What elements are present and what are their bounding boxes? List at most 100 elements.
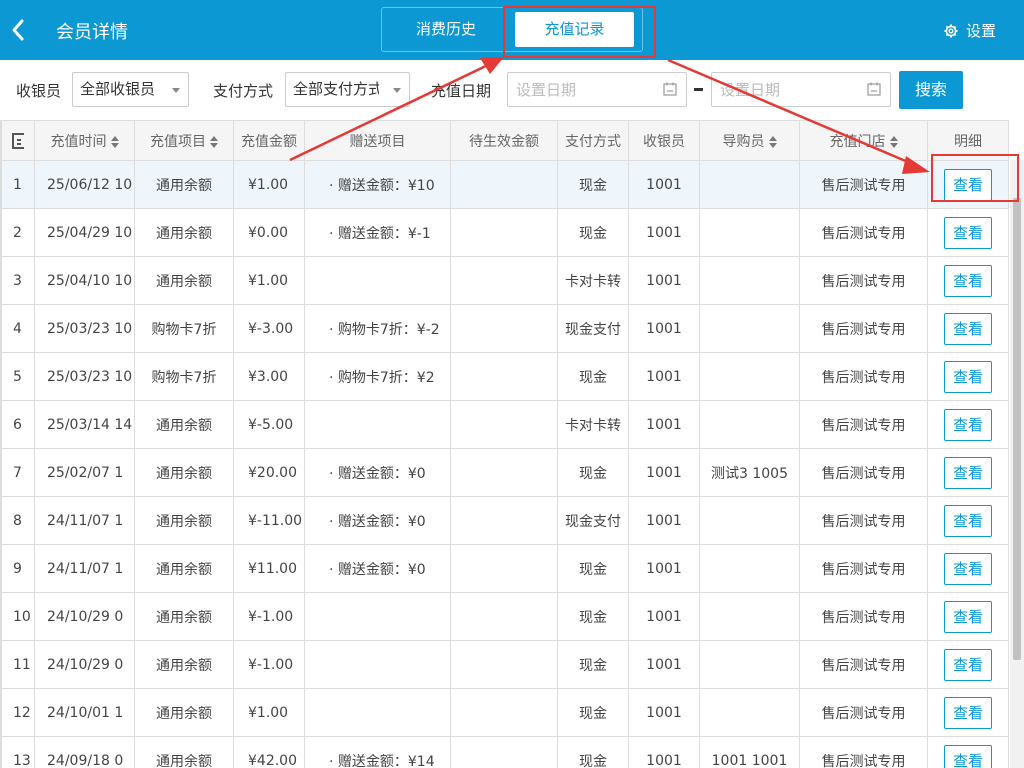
recharge-amount-cell: ¥42.00 [233, 736, 305, 768]
recharge-item-cell: 通用余额 [134, 208, 234, 257]
cashier-cell: 1001 [628, 736, 700, 768]
view-detail-button[interactable]: 查看 [944, 504, 992, 537]
pending-amount-cell [450, 208, 558, 257]
recharge-store-cell: 售后测试专用 [799, 448, 928, 497]
table-row[interactable]: 9 24/11/07 1 通用余额 ¥11.00 · 赠送金额：¥0 现金 1001 售后测试… [1, 544, 1009, 593]
calendar-icon[interactable] [663, 82, 677, 96]
sort-icon[interactable] [110, 135, 119, 148]
recharge-store-cell: 售后测试专用 [799, 688, 928, 737]
payment-method-cell: 现金 [557, 160, 629, 209]
row-index-cell: 12 [1, 688, 35, 737]
end-date-field[interactable] [711, 72, 891, 107]
table-row[interactable]: 13 24/09/18 0 通用余额 ¥42.00 · 赠送金额：¥14 现金 1001 10… [1, 736, 1009, 768]
view-detail-button[interactable]: 查看 [944, 312, 992, 345]
table-row[interactable]: 1 25/06/12 10 通用余额 ¥1.00 · 赠送金额：¥10 现金 1001 售后测… [1, 160, 1009, 209]
recharge-amount-cell: ¥1.00 [233, 688, 305, 737]
table-row[interactable]: 8 24/11/07 1 通用余额 ¥-11.00 · 赠送金额：¥0 现金支付 1001 售… [1, 496, 1009, 545]
table-row[interactable]: 6 25/03/14 14 通用余额 ¥-5.00 卡对卡转 1001 售后测试专用 查看 [1, 400, 1009, 449]
pending-amount-cell [450, 592, 558, 641]
table-row[interactable]: 4 25/03/23 10 购物卡7折 ¥-3.00 · 购物卡7折：¥-2 现金支付 10… [1, 304, 1009, 353]
column-header[interactable]: 充值时间 [34, 120, 135, 161]
recharge-time-cell: 25/06/12 10 [34, 160, 135, 209]
row-index-cell: 3 [1, 256, 35, 305]
shopping-guide-cell [699, 400, 800, 449]
tab-consumption-history[interactable]: 消费历史 [382, 8, 510, 51]
view-detail-button[interactable]: 查看 [944, 264, 992, 297]
search-button[interactable]: 搜索 [899, 71, 963, 109]
column-header-label: 收银员 [643, 133, 685, 150]
table-row[interactable]: 3 25/04/10 10 通用余额 ¥1.00 卡对卡转 1001 售后测试专用 查看 [1, 256, 1009, 305]
view-detail-button[interactable]: 查看 [944, 744, 992, 768]
chevron-left-icon[interactable] [8, 17, 30, 43]
view-detail-button[interactable]: 查看 [944, 552, 992, 585]
column-header[interactable]: 充值项目 [134, 120, 234, 161]
cashier-cell: 1001 [628, 640, 700, 689]
start-date-field[interactable] [507, 72, 687, 107]
cashier-cell: 1001 [628, 496, 700, 545]
table-row[interactable]: 7 25/02/07 1 通用余额 ¥20.00 · 赠送金额：¥0 现金 1001 测试3 … [1, 448, 1009, 497]
row-index-cell: 4 [1, 304, 35, 353]
detail-cell: 查看 [927, 448, 1009, 497]
row-index-cell: 10 [1, 592, 35, 641]
table-row[interactable]: 5 25/03/23 10 购物卡7折 ¥3.00 · 购物卡7折：¥2 现金 1001 售后… [1, 352, 1009, 401]
view-detail-button[interactable]: 查看 [944, 360, 992, 393]
start-date-input[interactable] [508, 73, 648, 106]
date-separator [694, 88, 703, 91]
cashier-cell: 1001 [628, 208, 700, 257]
view-detail-button[interactable]: 查看 [944, 600, 992, 633]
pending-amount-cell [450, 688, 558, 737]
cashier-label: 收银员 [16, 82, 62, 100]
settings-button[interactable]: 设置 [944, 20, 996, 41]
gift-item-cell: · 赠送金额：¥0 [304, 544, 451, 593]
view-detail-button[interactable]: 查看 [944, 648, 992, 681]
view-detail-button[interactable]: 查看 [944, 456, 992, 489]
end-date-input[interactable] [712, 73, 852, 106]
sort-icon[interactable] [768, 135, 777, 148]
table-row[interactable]: 12 24/10/01 1 通用余额 ¥1.00 现金 1001 售后测试专用 查看 [1, 688, 1009, 737]
table-row[interactable]: 11 24/10/29 0 通用余额 ¥-1.00 现金 1001 售后测试专用 查看 [1, 640, 1009, 689]
recharge-time-cell: 24/11/07 1 [34, 544, 135, 593]
row-index-cell: 1 [1, 160, 35, 209]
view-detail-button[interactable]: 查看 [944, 408, 992, 441]
cashier-cell: 1001 [628, 688, 700, 737]
column-settings-icon[interactable] [12, 132, 24, 149]
column-header: 赠送项目 [304, 120, 451, 161]
scrollbar-thumb[interactable] [1013, 198, 1021, 660]
pending-amount-cell [450, 352, 558, 401]
payment-label: 支付方式 [213, 82, 274, 100]
recharge-store-cell: 售后测试专用 [799, 400, 928, 449]
column-header[interactable]: 充值门店 [799, 120, 928, 161]
recharge-time-cell: 24/10/29 0 [34, 592, 135, 641]
recharge-time-cell: 25/04/10 10 [34, 256, 135, 305]
recharge-item-cell: 通用余额 [134, 256, 234, 305]
row-index-cell: 5 [1, 352, 35, 401]
view-detail-button[interactable]: 查看 [944, 696, 992, 729]
tab-recharge-records[interactable]: 充值记录 [515, 12, 634, 47]
view-detail-button[interactable]: 查看 [944, 216, 992, 249]
table-row[interactable]: 10 24/10/29 0 通用余额 ¥-1.00 现金 1001 售后测试专用 查看 [1, 592, 1009, 641]
recharge-item-cell: 购物卡7折 [134, 352, 234, 401]
recharge-time-cell: 24/10/01 1 [34, 688, 135, 737]
payment-method-cell: 卡对卡转 [557, 256, 629, 305]
view-detail-button[interactable]: 查看 [944, 168, 992, 201]
recharge-item-cell: 通用余额 [134, 688, 234, 737]
column-header[interactable]: 导购员 [699, 120, 800, 161]
table-row[interactable]: 2 25/04/29 10 通用余额 ¥0.00 · 赠送金额：¥-1 现金 1001 售后测… [1, 208, 1009, 257]
payment-method-cell: 现金 [557, 448, 629, 497]
cashier-cell: 1001 [628, 352, 700, 401]
detail-cell: 查看 [927, 160, 1009, 209]
column-settings-header[interactable] [1, 120, 35, 161]
gift-item-cell: · 赠送金额：¥-1 [304, 208, 451, 257]
sort-icon[interactable] [210, 135, 218, 148]
calendar-icon[interactable] [867, 82, 881, 96]
recharge-store-cell: 售后测试专用 [799, 736, 928, 768]
sort-icon[interactable] [889, 135, 898, 148]
payment-select[interactable]: 全部支付方式 [285, 72, 410, 107]
recharge-item-cell: 通用余额 [134, 544, 234, 593]
recharge-amount-cell: ¥-11.00 [233, 496, 305, 545]
detail-cell: 查看 [927, 400, 1009, 449]
recharge-store-cell: 售后测试专用 [799, 304, 928, 353]
pending-amount-cell [450, 400, 558, 449]
payment-method-cell: 现金 [557, 544, 629, 593]
cashier-select[interactable]: 全部收银员 [72, 72, 189, 107]
